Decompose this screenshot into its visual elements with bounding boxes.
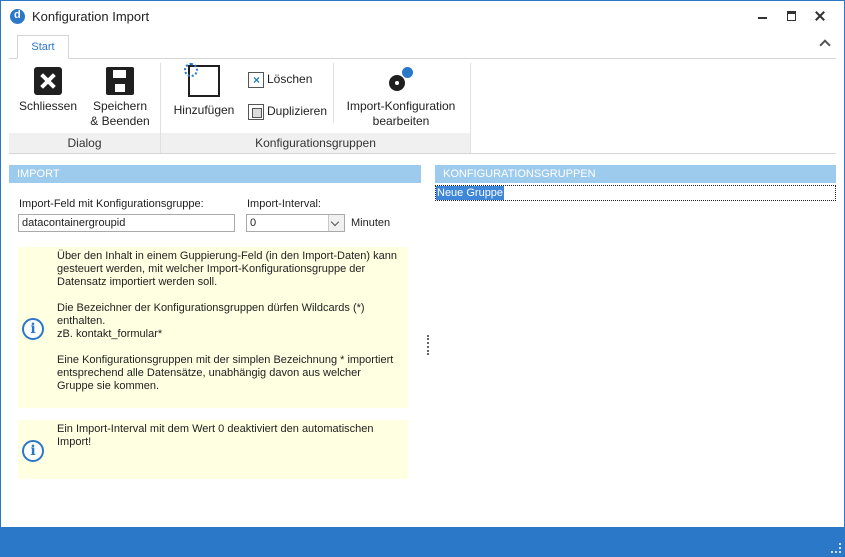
group-label-dialog: Dialog xyxy=(9,133,160,153)
status-bar xyxy=(1,527,844,556)
window-title: Konfiguration Import xyxy=(32,9,150,24)
beenden-label: & Beenden xyxy=(90,114,150,128)
maximize-button[interactable] xyxy=(782,7,802,25)
delete-icon xyxy=(248,72,264,88)
info-text-grouping: Über den Inhalt in einem Guppierung-Feld… xyxy=(57,250,399,393)
group-item-label: Neue Gruppe xyxy=(436,186,505,200)
info-box-interval: Ein Import-Interval mit dem Wert 0 deakt… xyxy=(18,420,408,479)
duplicate-icon xyxy=(248,104,264,120)
group-separator xyxy=(470,63,471,153)
close-icon xyxy=(34,67,62,95)
loeschen-button[interactable]: Löschen xyxy=(248,72,312,88)
import-interval-value: 0 xyxy=(250,217,257,229)
speichern-beenden-button[interactable]: Speichern & Beenden xyxy=(85,67,155,129)
loeschen-label: Löschen xyxy=(267,72,313,87)
import-interval-label: Import-Interval: xyxy=(247,198,321,210)
import-konfiguration-bearbeiten-button[interactable]: Import-Konfiguration bearbeiten xyxy=(339,67,463,129)
ribbon: Schliessen Speichern & Beenden Dialog Hi… xyxy=(9,59,836,154)
import-field-label: Import-Feld mit Konfigurationsgruppe: xyxy=(19,198,204,210)
duplizieren-label: Duplizieren xyxy=(267,104,328,119)
import-interval-combobox[interactable]: 0 xyxy=(246,214,345,232)
info-paragraph: Eine Konfigurationsgruppen mit der simpl… xyxy=(57,354,394,392)
chevron-down-icon[interactable] xyxy=(328,215,344,231)
duplizieren-button[interactable]: Duplizieren xyxy=(248,104,327,120)
speichern-label: Speichern xyxy=(92,99,148,113)
main-window: d Konfiguration Import Start Schliessen … xyxy=(0,0,845,557)
save-icon xyxy=(106,67,134,95)
new-document-icon xyxy=(184,63,220,97)
resize-grip-icon[interactable] xyxy=(831,543,841,553)
minimize-button[interactable] xyxy=(753,7,773,25)
ribbon-tab-row: Start xyxy=(9,32,836,59)
bearbeiten-label: bearbeiten xyxy=(372,114,430,128)
list-item[interactable]: Neue Gruppe xyxy=(435,185,836,201)
app-icon: d xyxy=(10,9,25,24)
close-window-button[interactable] xyxy=(810,7,830,25)
import-konfiguration-label: Import-Konfiguration xyxy=(346,99,456,113)
title-bar: d Konfiguration Import xyxy=(1,1,844,32)
button-separator xyxy=(333,63,334,123)
info-icon xyxy=(22,440,44,462)
schliessen-label: Schliessen xyxy=(18,99,78,113)
info-text-interval: Ein Import-Interval mit dem Wert 0 deakt… xyxy=(57,423,399,449)
schliessen-button[interactable]: Schliessen xyxy=(13,67,83,114)
tab-start[interactable]: Start xyxy=(17,35,69,59)
collapse-ribbon-chevron-icon[interactable] xyxy=(818,36,830,48)
import-section-header: IMPORT xyxy=(9,165,421,183)
info-box-grouping: Über den Inhalt in einem Guppierung-Feld… xyxy=(18,247,408,408)
info-paragraph: Über den Inhalt in einem Guppierung-Feld… xyxy=(57,250,397,288)
gear-icon xyxy=(387,67,415,95)
group-label-konfigurationsgruppen: Konfigurationsgruppen xyxy=(161,133,470,153)
panel-splitter[interactable] xyxy=(427,335,431,355)
hinzufuegen-button[interactable]: Hinzufügen xyxy=(167,63,241,118)
info-paragraph: Ein Import-Interval mit dem Wert 0 deakt… xyxy=(57,423,374,448)
import-field-input[interactable]: datacontainergroupid xyxy=(18,214,235,232)
info-paragraph: Die Bezeichner der Konfigurationsgruppen… xyxy=(57,302,365,340)
info-icon xyxy=(22,318,44,340)
hinzufuegen-label: Hinzufügen xyxy=(173,103,235,117)
interval-unit-label: Minuten xyxy=(351,217,391,229)
konfigurationsgruppen-section-header: KONFIGURATIONSGRUPPEN xyxy=(435,165,836,183)
